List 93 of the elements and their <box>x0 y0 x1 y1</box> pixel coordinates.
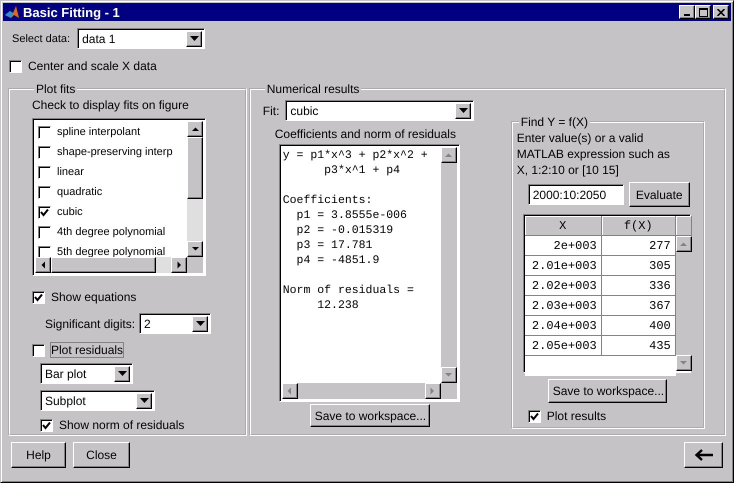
close-button[interactable] <box>713 5 729 19</box>
vertical-scrollbar[interactable] <box>676 236 692 371</box>
section-label: Coefficients and norm of residuals <box>274 127 456 141</box>
checkbox-label[interactable]: 4th degree polynomial <box>57 226 166 238</box>
minimize-icon <box>684 14 690 16</box>
result-line: p3 = 17.781 <box>296 238 374 253</box>
back-button[interactable] <box>684 442 723 468</box>
down-arrow-icon <box>679 360 688 366</box>
result-line: p4 = -4851.9 <box>296 253 380 268</box>
table-cell: 336 <box>602 276 676 296</box>
checkbox[interactable] <box>32 344 45 356</box>
up-arrow-icon <box>679 241 688 247</box>
select-data-label: Select data: <box>12 32 70 44</box>
table-cell: 2.03e+003 <box>524 296 602 316</box>
table-cell: 2.05e+003 <box>524 336 602 356</box>
evaluate-button[interactable]: Evaluate <box>628 182 690 207</box>
caret-icon <box>190 36 199 41</box>
table-cell: 400 <box>602 316 676 336</box>
vertical-scrollbar[interactable] <box>187 121 203 257</box>
close-button[interactable]: Close <box>73 442 130 468</box>
checkbox-label[interactable]: linear <box>57 166 84 178</box>
scrollbar-corner <box>440 383 457 399</box>
expression-field[interactable]: 2000:10:2050 <box>528 184 624 205</box>
up-arrow-icon <box>190 126 200 132</box>
caret-icon <box>118 371 126 376</box>
maximize-button[interactable] <box>695 5 711 19</box>
column-header[interactable]: f(X) <box>602 216 676 236</box>
down-arrow-icon <box>444 372 454 378</box>
checkbox-label[interactable]: 5th degree polynomial <box>57 246 166 257</box>
checkbox-label[interactable]: spline interpolant <box>57 126 140 138</box>
result-line: Norm of residuals = <box>282 283 415 298</box>
fit-dropdown[interactable]: cubic <box>285 100 474 121</box>
select-data-dropdown[interactable]: data 1 <box>77 28 206 49</box>
checkbox-label[interactable]: Center and scale X data <box>28 59 157 73</box>
table-cell: 367 <box>602 296 676 316</box>
checkbox-label[interactable]: cubic <box>57 206 83 218</box>
checkbox-label[interactable]: quadratic <box>57 186 102 198</box>
group-title: Plot fits <box>35 82 76 96</box>
up-arrow-icon <box>444 152 454 158</box>
significant-digits-dropdown[interactable]: 2 <box>139 313 212 334</box>
left-arrow-icon <box>40 261 46 269</box>
left-arrow-icon <box>286 387 294 395</box>
save-button[interactable]: Save to workspace... <box>548 379 667 403</box>
checkbox[interactable] <box>32 290 45 304</box>
close-icon <box>717 8 725 16</box>
caret-icon <box>458 108 468 113</box>
app-icon <box>5 5 19 19</box>
help-button[interactable]: Help <box>11 442 66 468</box>
window-title: Basic Fitting - 1 <box>23 4 121 20</box>
result-line: p2 = -0.015319 <box>296 223 394 238</box>
caret-icon <box>140 398 148 403</box>
significant-digits-label: Significant digits: <box>45 316 136 330</box>
checkbox-label[interactable]: shape-preserving interp <box>57 146 173 158</box>
instruction-text: Check to display fits on figure <box>32 98 190 112</box>
scrollbar-corner <box>187 257 203 273</box>
checkbox[interactable] <box>40 418 53 432</box>
checkbox-label[interactable]: Show equations <box>51 290 136 304</box>
table-cell: 435 <box>602 336 676 356</box>
fit-label: Fit: <box>262 104 280 118</box>
plot-location-dropdown[interactable]: Subplot <box>40 390 155 411</box>
horizontal-scrollbar[interactable] <box>282 383 441 399</box>
group-title: Numerical results <box>266 82 360 96</box>
result-line: p1 = 3.8555e-006 <box>296 208 408 223</box>
checkbox-label[interactable]: Show norm of residuals <box>59 418 184 432</box>
right-arrow-icon <box>429 387 436 395</box>
result-line: Coefficients: <box>282 193 374 208</box>
table-cell: 2.01e+003 <box>524 256 602 276</box>
result-line: 12.238 <box>316 298 360 313</box>
horizontal-scrollbar[interactable] <box>35 257 187 273</box>
vertical-scrollbar[interactable] <box>440 147 457 383</box>
left-arrow-icon <box>694 449 714 461</box>
table-cell: 305 <box>602 256 676 276</box>
result-line: p3*x^1 + p4 <box>323 163 402 178</box>
minimize-button[interactable] <box>679 5 695 19</box>
table-cell: 2.04e+003 <box>524 316 602 336</box>
instruction-text: Enter value(s) or a valid MATLAB expression such as X, 1:2:10 or [10 15] <box>516 130 671 178</box>
checkbox[interactable] <box>528 410 541 422</box>
caret-icon <box>196 321 205 326</box>
checkbox-label[interactable]: Plot residuals <box>51 343 124 357</box>
checkbox-label[interactable]: Plot results <box>546 409 606 423</box>
table-cell: 277 <box>602 236 676 256</box>
table-cell: 2e+003 <box>524 236 602 256</box>
result-line: y = p1*x^3 + p2*x^2 + <box>282 148 429 163</box>
down-arrow-icon <box>190 246 200 252</box>
checkbox[interactable] <box>38 246 51 257</box>
table-cell: 2.02e+003 <box>524 276 602 296</box>
maximize-icon <box>698 8 708 16</box>
save-button[interactable]: Save to workspace... <box>310 404 430 427</box>
group-title: Find Y = f(X) <box>520 115 589 129</box>
checkbox[interactable] <box>9 60 22 72</box>
column-header[interactable]: X <box>524 216 602 236</box>
right-arrow-icon <box>176 261 182 269</box>
plot-type-dropdown[interactable]: Bar plot <box>40 363 133 384</box>
